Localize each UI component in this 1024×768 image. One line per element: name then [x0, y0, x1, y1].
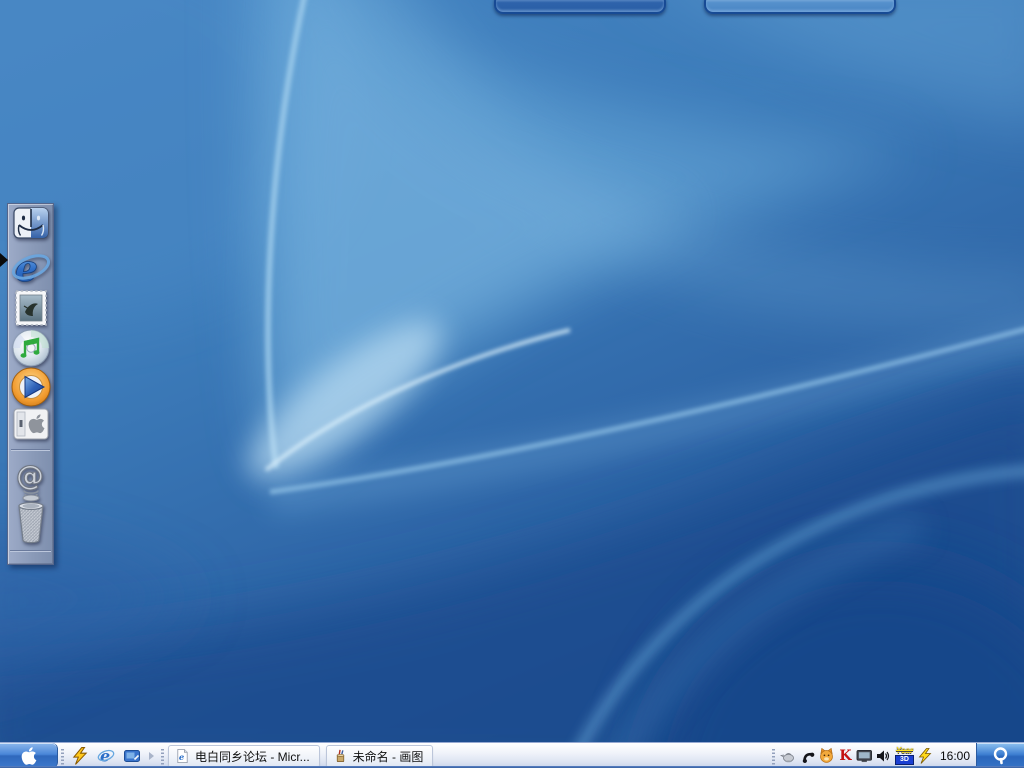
tray-input-method[interactable] [780, 747, 797, 764]
monitor-icon [856, 748, 873, 764]
itunes-cd-note-icon [11, 328, 51, 368]
dock-item-windows-media-player[interactable] [10, 366, 52, 413]
stamp-photo-icon [14, 289, 48, 327]
red-k-icon: K [839, 749, 851, 763]
svg-text:e: e [179, 752, 184, 762]
orange-pet-icon [818, 747, 835, 764]
quick-launch-internet-explorer[interactable]: e [96, 746, 116, 766]
quick-launch-winamp[interactable] [70, 746, 90, 766]
tray-winamp-agent[interactable] [917, 747, 934, 764]
chevron-right-icon[interactable] [149, 752, 154, 760]
system-tray: K Year 3D [769, 743, 976, 768]
partial-aqua-button-right[interactable] [704, 0, 896, 14]
at-spring-icon: @ [13, 458, 49, 502]
lightning-bolt-icon [71, 747, 89, 765]
dock-item-finder[interactable] [13, 207, 49, 244]
internet-explorer-icon: e [11, 248, 51, 290]
dock-resize-groove[interactable] [10, 550, 51, 552]
task-button-forum[interactable]: e 电白同乡论坛 - Micr... [168, 745, 320, 768]
apple-logo-icon [21, 746, 37, 766]
quick-launch-toolbar: e [58, 743, 167, 768]
teapot-icon [780, 748, 796, 764]
speaker-icon [875, 748, 891, 764]
tray-display[interactable] [856, 747, 873, 764]
ie-document-icon: e [175, 748, 190, 764]
dock-item-internet-explorer[interactable]: e [11, 248, 51, 295]
task-label: 未命名 - 画图 [353, 748, 424, 765]
toolbar-drag-handle[interactable] [772, 749, 775, 766]
tray-phone[interactable] [799, 747, 816, 764]
svg-text:@: @ [16, 459, 44, 492]
svg-text:e: e [15, 248, 38, 290]
task-button-paint[interactable]: 未命名 - 画图 [326, 745, 434, 768]
start-button[interactable] [0, 743, 58, 768]
dock-item-trash[interactable] [12, 498, 50, 551]
search-button[interactable] [976, 743, 1024, 768]
task-label: 电白同乡论坛 - Micr... [195, 748, 310, 765]
tray-antivirus-k[interactable]: K [837, 747, 854, 764]
partial-aqua-button-left[interactable] [494, 0, 666, 14]
desktop: e [0, 0, 1024, 768]
media-player-play-icon [10, 366, 52, 408]
tray-year-3d[interactable]: Year 3D [894, 747, 915, 764]
dock-separator [11, 449, 50, 451]
paint-cup-icon [333, 748, 348, 764]
taskbar: e e 电白同乡论坛 - Micr. [0, 742, 1024, 768]
aqua-wallpaper [0, 0, 1024, 768]
tray-volume[interactable] [875, 747, 892, 764]
magnifier-icon [991, 746, 1011, 766]
quick-launch-show-desktop[interactable] [122, 746, 142, 766]
apple-box-icon [13, 408, 49, 440]
svg-text:e: e [100, 747, 110, 765]
running-indicator-arrow-icon [0, 253, 8, 267]
lightning-bolt-icon [917, 748, 933, 764]
task-button-area: e 电白同乡论坛 - Micr... 未命名 - 画图 [168, 743, 433, 768]
trash-basket-icon [12, 498, 50, 546]
tray-pet[interactable] [818, 747, 835, 764]
phone-handset-icon [799, 748, 815, 764]
dock-item-stamp-photo[interactable] [14, 289, 48, 332]
finder-icon [13, 207, 49, 239]
year-3d-badge-icon: Year [896, 747, 913, 755]
internet-explorer-icon: e [97, 747, 115, 765]
toolbar-drag-handle[interactable] [161, 749, 164, 766]
dock-item-apple-system[interactable] [13, 408, 49, 445]
taskbar-clock[interactable]: 16:00 [936, 749, 976, 763]
dock-panel: e [7, 203, 54, 565]
toolbar-drag-handle[interactable] [61, 749, 64, 766]
show-desktop-icon [123, 747, 141, 765]
